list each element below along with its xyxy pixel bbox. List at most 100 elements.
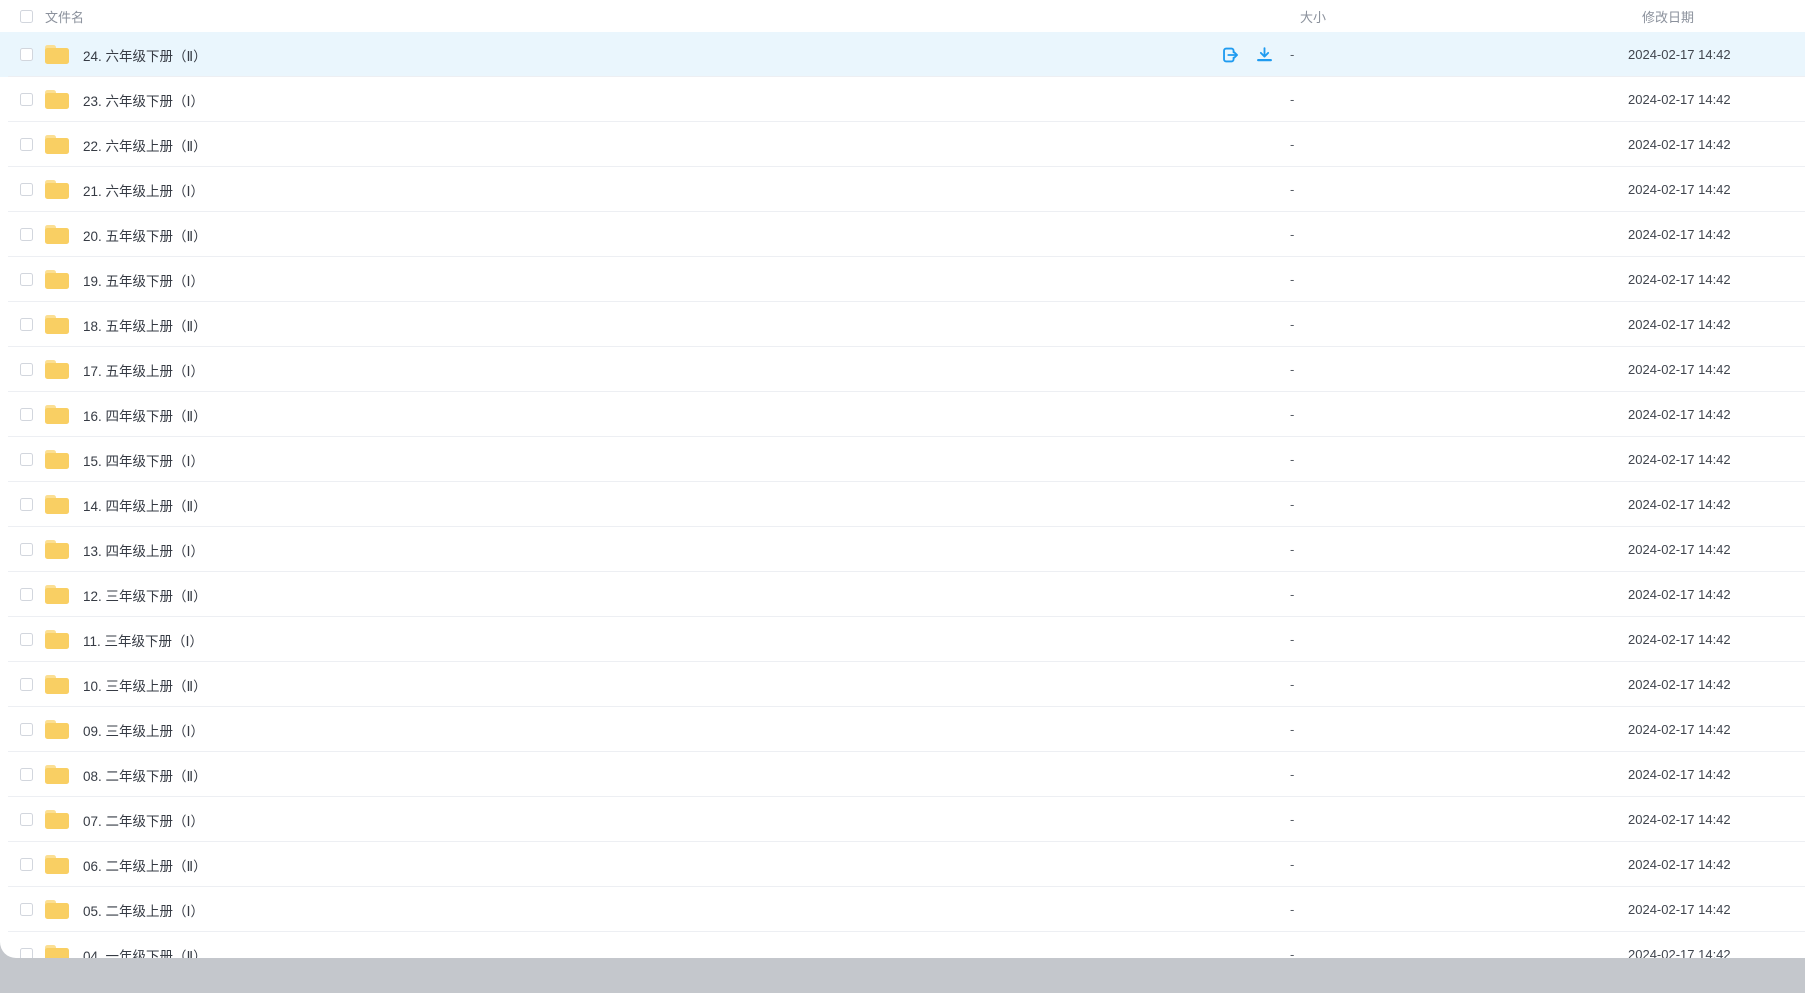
- file-row[interactable]: 22. 六年级上册（Ⅱ） -: [0, 122, 1805, 167]
- file-modified: 2024-02-17 14:42: [1628, 362, 1805, 377]
- file-size: -: [1290, 272, 1628, 287]
- folder-icon: [45, 765, 69, 784]
- file-name[interactable]: 14. 四年级上册（Ⅱ）: [83, 495, 207, 515]
- file-modified: 2024-02-17 14:42: [1628, 542, 1805, 557]
- file-name[interactable]: 16. 四年级下册（Ⅱ）: [83, 405, 207, 425]
- row-checkbox[interactable]: [20, 273, 33, 286]
- file-row[interactable]: 19. 五年级下册（Ⅰ） -: [0, 257, 1805, 302]
- file-size: -: [1290, 587, 1628, 602]
- file-size: -: [1290, 407, 1628, 422]
- file-manager-page: 文件名 大小 修改日期 24. 六年级下册（Ⅱ）: [0, 0, 1805, 993]
- file-name[interactable]: 11. 三年级下册（Ⅰ）: [83, 630, 203, 650]
- file-name[interactable]: 15. 四年级下册（Ⅰ）: [83, 450, 204, 470]
- horizontal-scrollbar[interactable]: [0, 958, 1805, 993]
- file-name[interactable]: 12. 三年级下册（Ⅱ）: [83, 585, 207, 605]
- file-row[interactable]: 21. 六年级上册（Ⅰ） -: [0, 167, 1805, 212]
- row-checkbox[interactable]: [20, 768, 33, 781]
- file-size: -: [1290, 47, 1628, 62]
- folder-icon: [45, 315, 69, 334]
- file-row[interactable]: 11. 三年级下册（Ⅰ） -: [0, 617, 1805, 662]
- file-row[interactable]: 10. 三年级上册（Ⅱ） -: [0, 662, 1805, 707]
- file-modified: 2024-02-17 14:42: [1628, 452, 1805, 467]
- folder-icon: [45, 90, 69, 109]
- file-row[interactable]: 17. 五年级上册（Ⅰ） -: [0, 347, 1805, 392]
- folder-icon: [45, 900, 69, 919]
- row-checkbox[interactable]: [20, 453, 33, 466]
- share-icon[interactable]: [1220, 44, 1241, 65]
- download-icon[interactable]: [1254, 44, 1275, 65]
- file-row[interactable]: 06. 二年级上册（Ⅱ） -: [0, 842, 1805, 887]
- file-row[interactable]: 24. 六年级下册（Ⅱ） -: [0, 32, 1805, 77]
- file-row[interactable]: 14. 四年级上册（Ⅱ） -: [0, 482, 1805, 527]
- file-row[interactable]: 05. 二年级上册（Ⅰ） -: [0, 887, 1805, 932]
- row-checkbox[interactable]: [20, 543, 33, 556]
- file-name[interactable]: 10. 三年级上册（Ⅱ）: [83, 675, 207, 695]
- file-size: -: [1290, 857, 1628, 872]
- file-modified: 2024-02-17 14:42: [1628, 182, 1805, 197]
- file-name[interactable]: 05. 二年级上册（Ⅰ）: [83, 900, 204, 920]
- row-checkbox[interactable]: [20, 228, 33, 241]
- file-modified: 2024-02-17 14:42: [1628, 767, 1805, 782]
- file-row[interactable]: 16. 四年级下册（Ⅱ） -: [0, 392, 1805, 437]
- folder-icon: [45, 630, 69, 649]
- file-name[interactable]: 20. 五年级下册（Ⅱ）: [83, 225, 207, 245]
- file-size: -: [1290, 767, 1628, 782]
- file-modified: 2024-02-17 14:42: [1628, 227, 1805, 242]
- row-checkbox[interactable]: [20, 93, 33, 106]
- file-name[interactable]: 22. 六年级上册（Ⅱ）: [83, 135, 207, 155]
- file-size: -: [1290, 182, 1628, 197]
- column-header-size: 大小: [1290, 7, 1628, 26]
- file-modified: 2024-02-17 14:42: [1628, 317, 1805, 332]
- row-checkbox[interactable]: [20, 588, 33, 601]
- row-checkbox[interactable]: [20, 813, 33, 826]
- row-checkbox[interactable]: [20, 633, 33, 646]
- file-row[interactable]: 13. 四年级上册（Ⅰ） -: [0, 527, 1805, 572]
- file-row[interactable]: 18. 五年级上册（Ⅱ） -: [0, 302, 1805, 347]
- row-checkbox[interactable]: [20, 183, 33, 196]
- file-name[interactable]: 24. 六年级下册（Ⅱ）: [83, 45, 207, 65]
- folder-icon: [45, 405, 69, 424]
- row-checkbox[interactable]: [20, 408, 33, 421]
- file-modified: 2024-02-17 14:42: [1628, 677, 1805, 692]
- folder-icon: [45, 180, 69, 199]
- file-modified: 2024-02-17 14:42: [1628, 47, 1805, 62]
- file-name[interactable]: 18. 五年级上册（Ⅱ）: [83, 315, 207, 335]
- folder-icon: [45, 720, 69, 739]
- file-row[interactable]: 15. 四年级下册（Ⅰ） -: [0, 437, 1805, 482]
- folder-icon: [45, 675, 69, 694]
- select-all-checkbox[interactable]: [20, 10, 33, 23]
- file-modified: 2024-02-17 14:42: [1628, 812, 1805, 827]
- row-checkbox[interactable]: [20, 498, 33, 511]
- folder-icon: [45, 135, 69, 154]
- row-checkbox[interactable]: [20, 363, 33, 376]
- file-size: -: [1290, 632, 1628, 647]
- file-name[interactable]: 13. 四年级上册（Ⅰ）: [83, 540, 204, 560]
- file-modified: 2024-02-17 14:42: [1628, 92, 1805, 107]
- file-name[interactable]: 17. 五年级上册（Ⅰ）: [83, 360, 204, 380]
- row-checkbox[interactable]: [20, 678, 33, 691]
- content-bottom-left-corner: [0, 942, 16, 958]
- row-checkbox[interactable]: [20, 48, 33, 61]
- row-checkbox[interactable]: [20, 903, 33, 916]
- file-row[interactable]: 07. 二年级下册（Ⅰ） -: [0, 797, 1805, 842]
- file-size: -: [1290, 362, 1628, 377]
- file-modified: 2024-02-17 14:42: [1628, 497, 1805, 512]
- file-row[interactable]: 12. 三年级下册（Ⅱ） -: [0, 572, 1805, 617]
- row-checkbox[interactable]: [20, 723, 33, 736]
- file-row[interactable]: 20. 五年级下册（Ⅱ） -: [0, 212, 1805, 257]
- row-checkbox[interactable]: [20, 858, 33, 871]
- row-checkbox[interactable]: [20, 138, 33, 151]
- folder-icon: [45, 225, 69, 244]
- file-name[interactable]: 19. 五年级下册（Ⅰ）: [83, 270, 204, 290]
- file-name[interactable]: 21. 六年级上册（Ⅰ）: [83, 180, 204, 200]
- file-name[interactable]: 23. 六年级下册（Ⅰ）: [83, 90, 204, 110]
- file-name[interactable]: 09. 三年级上册（Ⅰ）: [83, 720, 204, 740]
- file-row[interactable]: 23. 六年级下册（Ⅰ） -: [0, 77, 1805, 122]
- file-name[interactable]: 06. 二年级上册（Ⅱ）: [83, 855, 207, 875]
- file-row[interactable]: 08. 二年级下册（Ⅱ） -: [0, 752, 1805, 797]
- row-checkbox[interactable]: [20, 318, 33, 331]
- file-row[interactable]: 09. 三年级上册（Ⅰ） -: [0, 707, 1805, 752]
- file-name[interactable]: 07. 二年级下册（Ⅰ）: [83, 810, 204, 830]
- file-size: -: [1290, 677, 1628, 692]
- file-name[interactable]: 08. 二年级下册（Ⅱ）: [83, 765, 207, 785]
